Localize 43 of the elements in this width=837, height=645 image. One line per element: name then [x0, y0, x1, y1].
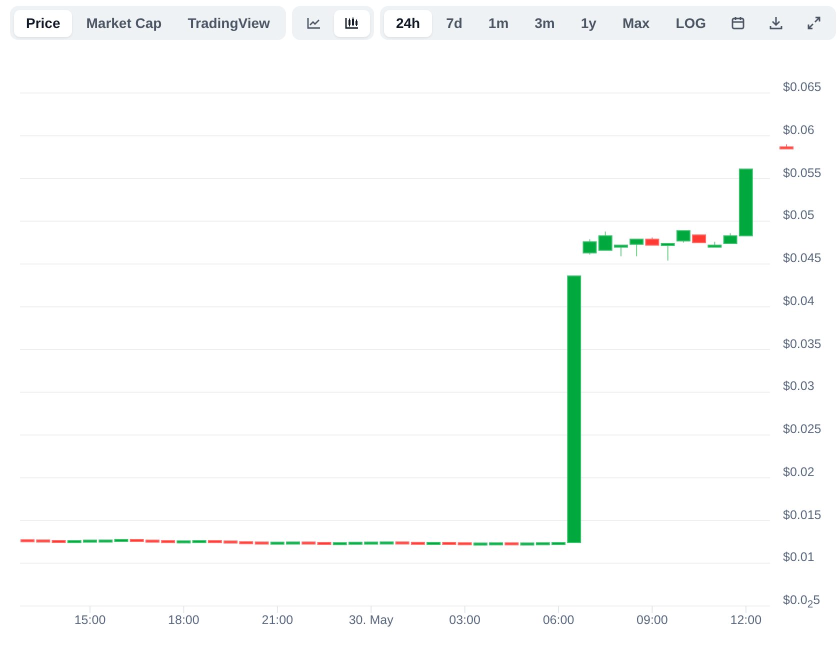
expand-icon	[807, 16, 822, 30]
candlestick	[676, 230, 690, 244]
x-axis-label: 12:00	[730, 613, 762, 627]
y-axis-label: $0.035	[783, 336, 822, 352]
y-axis-label: $0.065	[783, 79, 822, 95]
log-scale-button[interactable]: LOG	[664, 10, 718, 36]
y-axis-label: $0.025	[783, 421, 822, 437]
x-axis-label: 06:00	[542, 613, 574, 627]
view-tab[interactable]: Price	[14, 10, 72, 36]
y-axis-label: $0.015	[783, 506, 822, 522]
candlestick	[582, 238, 597, 256]
download-icon	[769, 16, 784, 30]
line-chart-icon	[306, 17, 321, 29]
y-axis-label: $0.0$_{2}$5	[783, 592, 820, 612]
candlestick	[780, 144, 794, 150]
candlestick	[83, 540, 97, 543]
range-button[interactable]: 7d	[434, 10, 474, 36]
x-axis-label: 30. May	[348, 613, 394, 627]
candlestick-chart-button[interactable]	[334, 10, 370, 36]
range-button[interactable]: Max	[610, 10, 662, 36]
view-tab[interactable]: Market Cap	[74, 10, 174, 36]
y-axis-label: $0.04	[783, 292, 814, 309]
y-axis-label: $0.045	[783, 250, 822, 266]
x-axis-label: 21:00	[262, 613, 294, 627]
y-axis-label: $0.06	[783, 122, 814, 138]
view-tab[interactable]: TradingView	[176, 10, 282, 36]
range-button[interactable]: 24h	[384, 10, 432, 36]
candlestick-icon	[344, 17, 359, 29]
y-axis-label: $0.05	[783, 207, 814, 224]
y-axis-label: $0.055	[783, 164, 822, 180]
y-axis-label: $0.02	[783, 464, 814, 480]
range-button[interactable]: 1y	[568, 10, 608, 36]
candlestick	[552, 542, 566, 546]
calendar-icon	[731, 16, 746, 30]
y-axis-label: $0.03	[783, 378, 814, 394]
x-axis-label: 15:00	[74, 613, 106, 627]
range-button[interactable]: 1m	[476, 10, 521, 36]
y-axis-label: $0.01	[783, 549, 814, 566]
range-button[interactable]: 3m	[522, 10, 567, 36]
x-axis-label: 03:00	[449, 613, 480, 627]
x-axis-label: 09:00	[636, 613, 668, 627]
x-axis-label: 18:00	[168, 613, 200, 627]
candlestick	[692, 234, 706, 244]
